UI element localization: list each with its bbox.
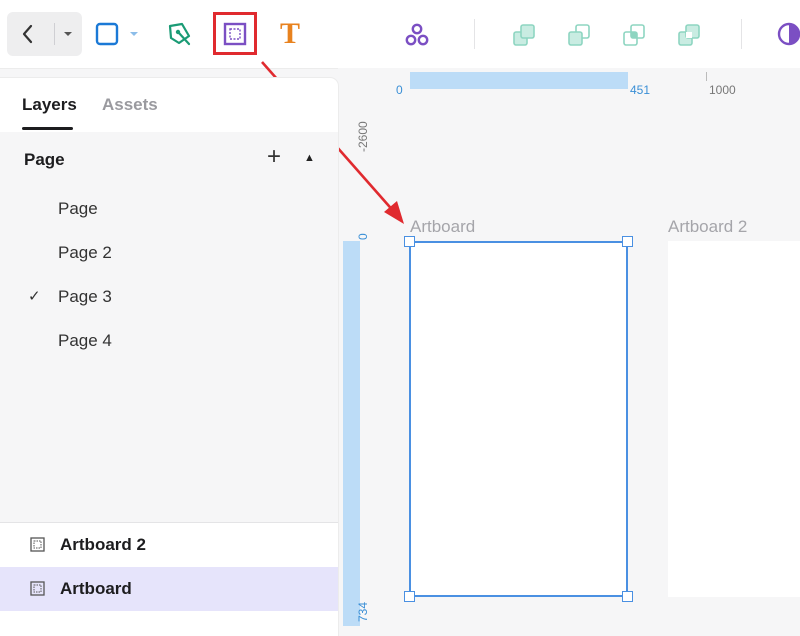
layer-row-artboard[interactable]: Artboard	[0, 567, 338, 611]
check-icon: ✓	[28, 288, 41, 305]
resize-handle-bottom-right[interactable]	[622, 591, 633, 602]
artboard-2[interactable]	[668, 241, 800, 597]
text-tool-button[interactable]: T	[274, 18, 306, 50]
artboard-label[interactable]: Artboard	[410, 217, 475, 237]
pages-section: Page + ▲ Page Page 2 ✓ Page 3 Page 4	[0, 132, 338, 522]
layers-list: Artboard 2 Artboard	[0, 522, 338, 636]
ruler-left-end: 734	[356, 601, 370, 622]
layer-label: Artboard	[60, 579, 132, 598]
boolean-exclude-icon	[678, 24, 700, 46]
rectangle-tool-icon	[95, 22, 138, 46]
page-item-page-3[interactable]: Page 3	[58, 287, 112, 307]
ruler-top-end: 451	[630, 83, 651, 97]
boolean-intersect-button[interactable]	[620, 21, 648, 49]
boolean-exclude-button[interactable]	[675, 21, 703, 49]
add-page-icon[interactable]: +	[267, 145, 281, 169]
boolean-subtract-button[interactable]	[565, 21, 593, 49]
page-item-page-4[interactable]: Page 4	[58, 331, 112, 351]
chevron-down-icon	[64, 32, 72, 36]
theme-toggle-icon	[777, 22, 800, 46]
boolean-union-button[interactable]	[510, 21, 538, 49]
vertical-ruler-selection	[343, 241, 360, 626]
artboard-layer-icon	[30, 581, 45, 596]
rectangle-tool-button[interactable]	[92, 20, 142, 48]
resize-handle-top-right[interactable]	[622, 236, 633, 247]
tab-layers[interactable]: Layers	[22, 95, 77, 115]
resize-handle-bottom-left[interactable]	[404, 591, 415, 602]
toolbar: T	[0, 0, 800, 69]
tab-assets[interactable]: Assets	[102, 95, 158, 115]
ruler-top-start: 0	[396, 83, 403, 97]
active-tab-indicator	[22, 127, 73, 130]
resize-handle-top-left[interactable]	[404, 236, 415, 247]
panel-tabs: Layers Assets	[0, 78, 338, 133]
boolean-union-icon	[513, 24, 535, 46]
artboard-selected[interactable]	[409, 241, 628, 597]
history-dropdown-button[interactable]	[59, 26, 77, 42]
collapse-pages-icon[interactable]: ▲	[304, 152, 315, 164]
ruler-left-start: 0	[356, 233, 370, 240]
layer-row-artboard-2[interactable]: Artboard 2	[0, 523, 338, 567]
boolean-subtract-icon	[568, 24, 590, 46]
page-item-page[interactable]: Page	[58, 199, 98, 219]
components-icon	[405, 23, 429, 46]
components-button[interactable]	[402, 20, 432, 50]
text-tool-icon: T	[279, 17, 300, 50]
layers-panel: Layers Assets Page + ▲ Page Page 2 ✓ Pag…	[0, 78, 338, 636]
artboard-2-label[interactable]: Artboard 2	[668, 217, 747, 237]
theme-toggle-button[interactable]	[776, 21, 800, 47]
ruler-left-top-value: -2600	[356, 121, 370, 152]
pages-title: Page	[24, 150, 65, 169]
highlight-box	[213, 12, 257, 55]
back-button[interactable]	[15, 22, 41, 46]
history-nav-group	[7, 12, 82, 56]
horizontal-ruler-selection	[410, 72, 628, 89]
page-item-page-2[interactable]: Page 2	[58, 243, 112, 263]
pen-tool-icon	[168, 22, 191, 46]
pen-tool-button[interactable]	[165, 20, 193, 48]
back-arrow-icon	[22, 24, 33, 44]
boolean-intersect-icon	[623, 24, 645, 46]
ruler-top-mark: 1000	[709, 83, 736, 97]
layer-label: Artboard 2	[60, 535, 146, 554]
artboard-layer-icon	[30, 537, 45, 552]
